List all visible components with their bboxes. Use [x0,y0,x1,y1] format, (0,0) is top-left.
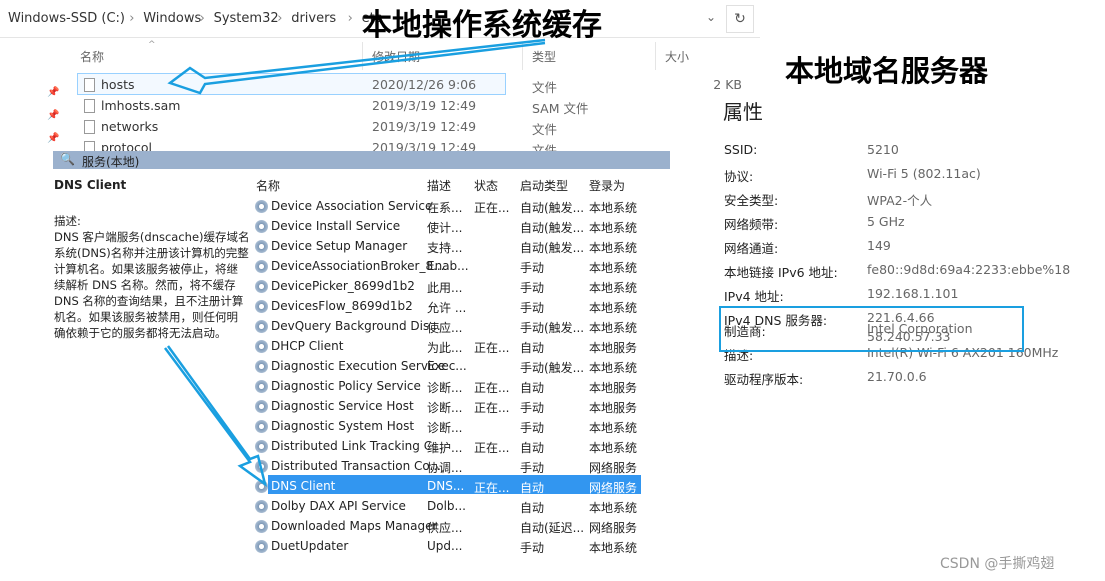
annotation-arrows [163,38,546,488]
arrow-to-dns-client [163,345,268,488]
watermark: CSDN @手撕鸡翅 [940,556,1055,572]
arrow-to-hosts [167,38,546,95]
